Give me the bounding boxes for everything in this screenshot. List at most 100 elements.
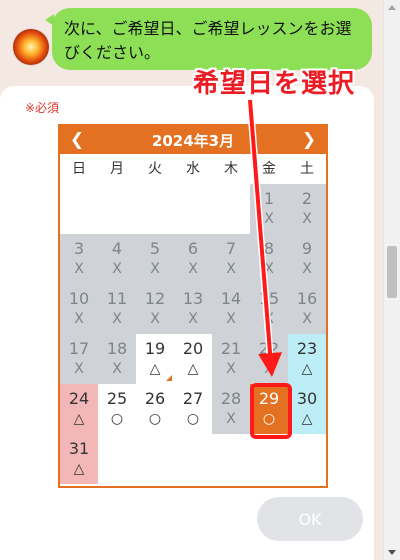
calendar-day-cell: 3X xyxy=(60,234,98,284)
scroll-up-icon[interactable] xyxy=(388,5,396,10)
calendar-title: 2024年3月 xyxy=(151,131,235,150)
calendar-empty-cell xyxy=(136,434,174,484)
day-number: 13 xyxy=(182,289,204,308)
availability-mark: X xyxy=(264,361,274,377)
day-number: 16 xyxy=(296,289,318,308)
calendar-day-cell: 4X xyxy=(98,234,136,284)
calendar-day-cell: 8X xyxy=(250,234,288,284)
calendar-day-cell: 1X xyxy=(250,184,288,234)
scroll-down-icon[interactable] xyxy=(388,550,396,555)
annotation-callout: 希望日を選択 xyxy=(193,69,356,99)
selection-highlight-box xyxy=(250,383,292,439)
calendar-day-cell[interactable]: 19 △ xyxy=(136,334,174,384)
day-number: 19 xyxy=(144,339,166,358)
day-number: 17 xyxy=(68,339,90,358)
calendar-day-cell: 14 X xyxy=(212,284,250,334)
ok-button[interactable]: OK xyxy=(257,497,363,541)
availability-mark: ○ xyxy=(148,411,162,427)
availability-mark: △ xyxy=(73,411,85,427)
calendar-empty-cell xyxy=(288,434,326,484)
calendar-empty-cell xyxy=(60,184,98,234)
scroll-thumb[interactable] xyxy=(387,246,397,298)
day-number: 27 xyxy=(182,389,204,408)
calendar-day-cell: 21 X xyxy=(212,334,250,384)
calendar-day-cell: 18 X xyxy=(98,334,136,384)
calendar-week-row: 10 X 11 X 12 X 13 X 14 X 15 X 16 X xyxy=(60,284,326,334)
day-number: 1 xyxy=(263,189,275,208)
calendar-day-cell: 17 X xyxy=(60,334,98,384)
calendar-day-cell[interactable]: 31 △ xyxy=(60,434,98,484)
day-number: 24 xyxy=(68,389,90,408)
chevron-right-icon[interactable]: ❯ xyxy=(300,130,318,150)
calendar-day-cell: 28 X xyxy=(212,384,250,434)
availability-mark: X xyxy=(112,261,122,277)
availability-mark: X xyxy=(264,211,274,227)
calendar-day-cell[interactable]: 23 △ xyxy=(288,334,326,384)
calendar-day-cell: 10 X xyxy=(60,284,98,334)
calendar-week-row: 31 △ xyxy=(60,434,326,484)
calendar-day-cell: 12 X xyxy=(136,284,174,334)
day-number: 3 xyxy=(73,239,85,258)
calendar-day-cell[interactable]: 26 ○ xyxy=(136,384,174,434)
calendar-day-cell: 16 X xyxy=(288,284,326,334)
day-number: 23 xyxy=(296,339,318,358)
day-number: 8 xyxy=(263,239,275,258)
calendar-day-cell: 6X xyxy=(174,234,212,284)
calendar-day-cell[interactable]: 27 ○ xyxy=(174,384,212,434)
calendar-day-cell[interactable]: 20 △ xyxy=(174,334,212,384)
availability-mark: X xyxy=(188,311,198,327)
day-number: 6 xyxy=(187,239,199,258)
availability-mark: X xyxy=(112,311,122,327)
availability-mark: X xyxy=(226,311,236,327)
chevron-left-icon[interactable]: ❮ xyxy=(68,130,86,150)
availability-mark: ○ xyxy=(186,411,200,427)
availability-mark: △ xyxy=(301,411,313,427)
day-number: 15 xyxy=(258,289,280,308)
calendar-day-cell: 2X xyxy=(288,184,326,234)
availability-mark: X xyxy=(302,261,312,277)
calendar-empty-cell xyxy=(212,184,250,234)
availability-mark: X xyxy=(226,261,236,277)
day-number: 2 xyxy=(301,189,313,208)
scrollbar[interactable] xyxy=(383,0,400,560)
calendar-day-cell[interactable]: 30 △ xyxy=(288,384,326,434)
availability-mark: X xyxy=(150,311,160,327)
day-number: 9 xyxy=(301,239,313,258)
day-number: 26 xyxy=(144,389,166,408)
availability-mark: △ xyxy=(187,361,199,377)
calendar-empty-cell xyxy=(174,434,212,484)
availability-mark: X xyxy=(188,261,198,277)
weekday-label: 月 xyxy=(110,161,124,177)
message-bubble: 次に、ご希望日、ご希望レッスンをお選びください。 xyxy=(45,8,372,70)
calendar-day-cell: 5X xyxy=(136,234,174,284)
availability-mark: ○ xyxy=(110,411,124,427)
availability-mark: X xyxy=(112,361,122,377)
calendar-day-cell: 13 X xyxy=(174,284,212,334)
weekday-label: 火 xyxy=(148,161,162,177)
availability-mark: X xyxy=(74,311,84,327)
day-number: 21 xyxy=(220,339,242,358)
weekday-label: 土 xyxy=(300,161,314,177)
availability-mark: X xyxy=(264,311,274,327)
weekday-label: 水 xyxy=(186,161,200,177)
day-number: 28 xyxy=(220,389,242,408)
calendar-week-row: 3X4X5X6X7X8X9X xyxy=(60,234,326,284)
availability-mark: X xyxy=(74,361,84,377)
calendar-day-cell: 11 X xyxy=(98,284,136,334)
calendar-day-cell: 7X xyxy=(212,234,250,284)
day-number: 14 xyxy=(220,289,242,308)
day-number: 31 xyxy=(68,439,90,458)
required-label: ※必須 xyxy=(25,101,60,115)
calendar-day-cell[interactable]: 24 △ xyxy=(60,384,98,434)
calendar-week-row: 1X2X xyxy=(60,184,326,234)
day-number: 7 xyxy=(225,239,237,258)
calendar-day-cell: 22 X xyxy=(250,334,288,384)
day-number: 10 xyxy=(68,289,90,308)
calendar-empty-cell xyxy=(250,434,288,484)
calendar-day-cell[interactable]: 25 ○ xyxy=(98,384,136,434)
calendar-grid: 1 X 2 X 3 X 4 X 5 X 6 X 7 X 8 X 9 X 10 X 11 X 12 X 13 X 14 X 15 X 16 X 1… xyxy=(60,184,326,484)
availability-mark: X xyxy=(302,211,312,227)
calendar-empty-cell xyxy=(98,434,136,484)
message-text: 次に、ご希望日、ご希望レッスンをお選びください。 xyxy=(64,19,352,62)
bot-avatar xyxy=(13,29,49,65)
